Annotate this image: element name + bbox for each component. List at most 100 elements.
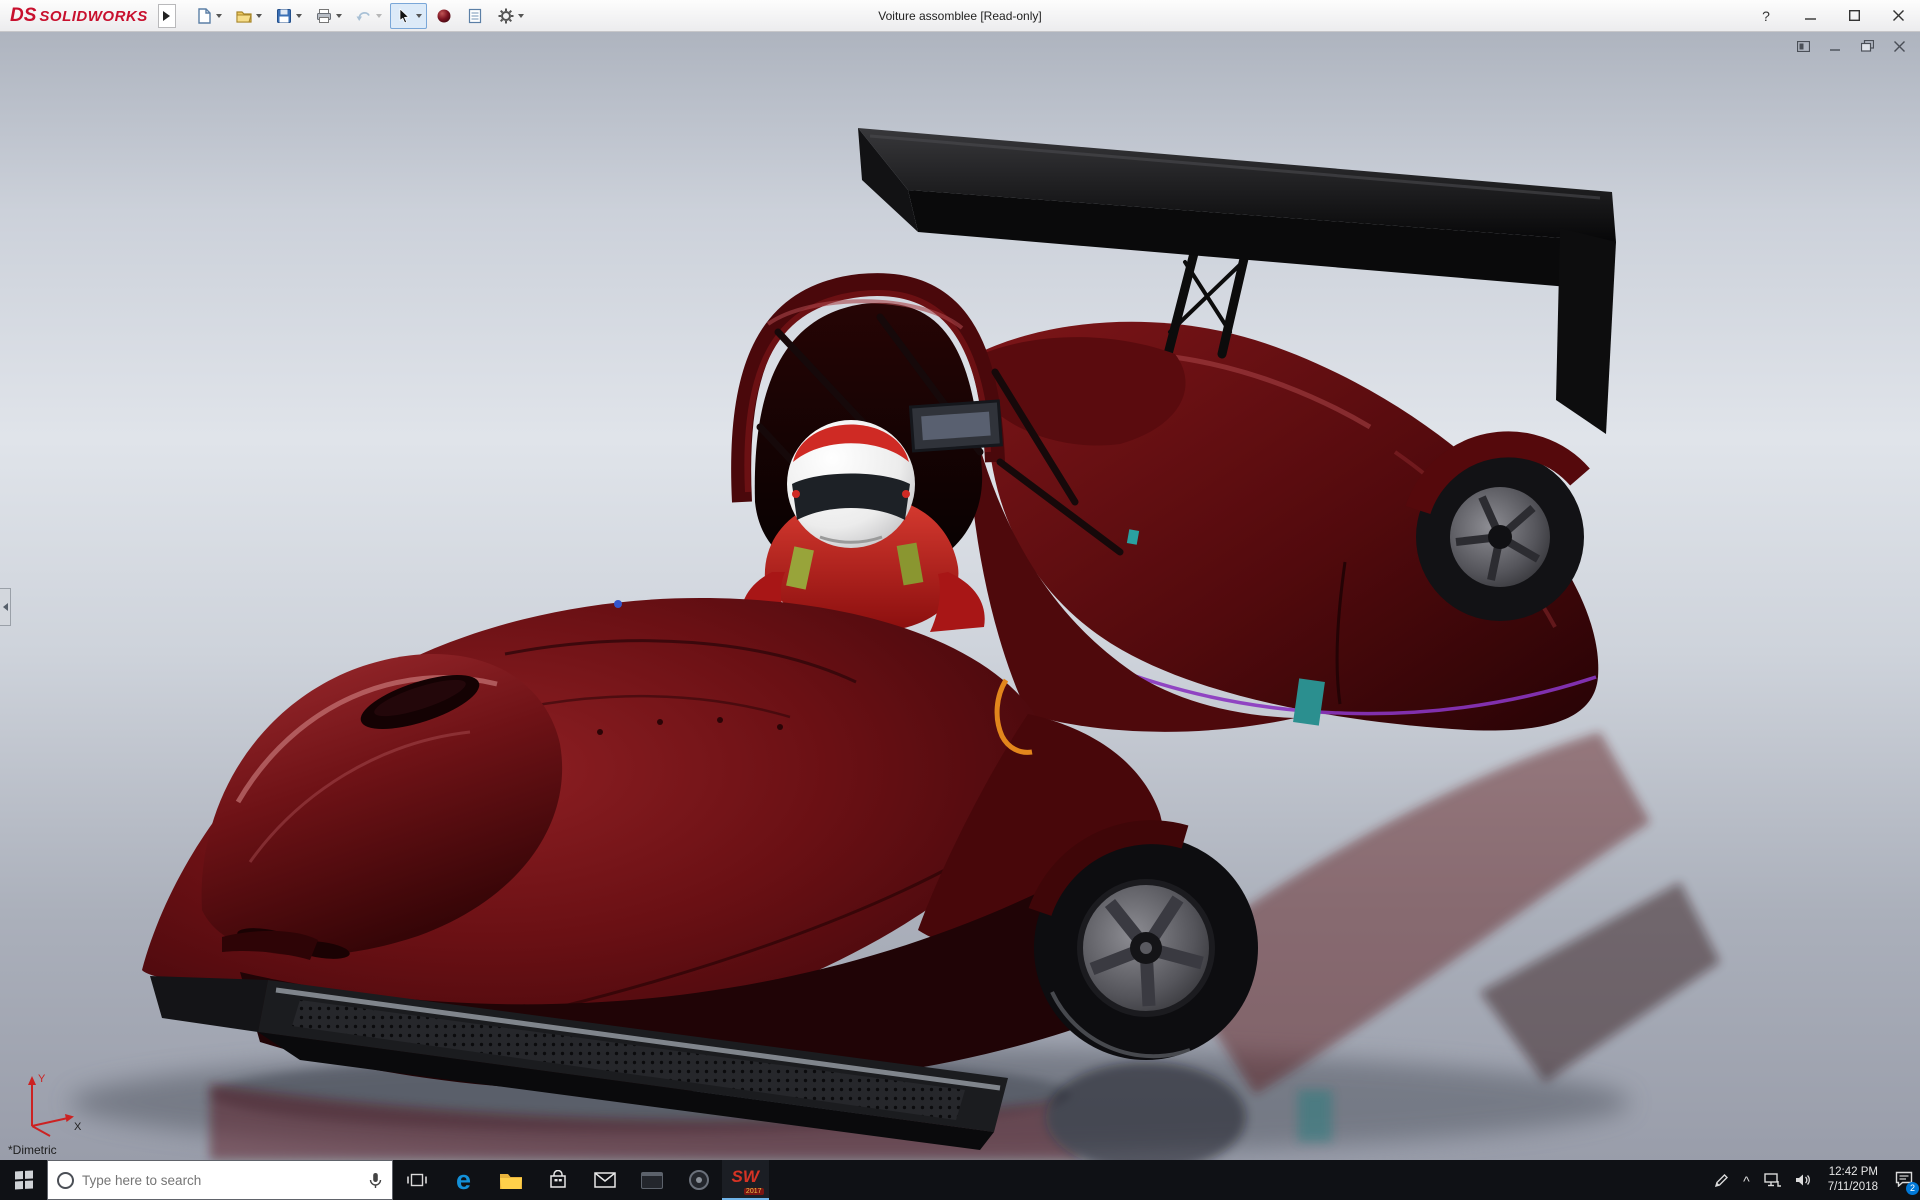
view-orientation-label: *Dimetric	[8, 1143, 57, 1157]
undo-button[interactable]	[350, 3, 387, 29]
save-floppy-icon	[275, 7, 293, 25]
appearance-button[interactable]	[430, 3, 458, 29]
orientation-triad[interactable]: Y X	[16, 1068, 88, 1140]
maximize-button[interactable]	[1832, 0, 1876, 31]
document-properties-button[interactable]	[461, 3, 489, 29]
windows-logo-icon	[15, 1171, 33, 1189]
taskbar-app-store[interactable]	[534, 1160, 581, 1200]
flyout-arrow-icon	[163, 11, 170, 21]
new-document-icon	[195, 7, 213, 25]
console-icon	[641, 1172, 663, 1189]
mail-icon	[594, 1172, 616, 1188]
rear-left-wheel[interactable]	[1034, 832, 1258, 1060]
taskbar-app-solidworks[interactable]: SW 2017	[722, 1160, 769, 1200]
taskbar-app-mail[interactable]	[581, 1160, 628, 1200]
rear-right-wheel[interactable]	[1416, 444, 1584, 621]
close-icon	[1894, 41, 1905, 52]
chevron-down-icon	[296, 14, 302, 18]
windows-ink-button[interactable]	[1707, 1160, 1736, 1200]
volume-button[interactable]	[1788, 1160, 1818, 1200]
network-button[interactable]	[1757, 1160, 1788, 1200]
minimize-icon	[1805, 10, 1816, 21]
taskbar-app-edge[interactable]: e	[440, 1160, 487, 1200]
chevron-down-icon	[336, 14, 342, 18]
restore-icon	[1861, 40, 1874, 52]
taskbar-app-file-explorer[interactable]	[487, 1160, 534, 1200]
doc-dock-button[interactable]	[1792, 37, 1814, 55]
close-icon	[1893, 10, 1904, 21]
chevron-up-icon: ^	[1743, 1173, 1750, 1189]
close-button[interactable]	[1876, 0, 1920, 31]
chevron-down-icon	[416, 14, 422, 18]
taskbar-app-console[interactable]	[628, 1160, 675, 1200]
rearview-mirror[interactable]	[911, 401, 1002, 451]
chevron-down-icon	[518, 14, 524, 18]
maximize-icon	[1849, 10, 1860, 21]
doc-close-button[interactable]	[1888, 37, 1910, 55]
print-icon	[315, 7, 333, 25]
document-window-controls	[1792, 37, 1910, 55]
undo-arrow-icon	[355, 7, 373, 25]
doc-minimize-button[interactable]	[1824, 37, 1846, 55]
help-button[interactable]: ?	[1744, 0, 1788, 31]
app-window-controls: ?	[1744, 0, 1920, 31]
select-tool-button[interactable]	[390, 3, 427, 29]
wing-endplate	[1556, 228, 1616, 434]
car-assembly-model[interactable]	[0, 32, 1920, 1160]
media-player-icon	[689, 1170, 709, 1190]
hidden-icons-button[interactable]: ^	[1736, 1160, 1757, 1200]
clock-time: 12:42 PM	[1828, 1165, 1878, 1180]
taskbar-clock[interactable]: 12:42 PM 7/11/2018	[1818, 1165, 1888, 1195]
solidworks-icon-year: 2017	[744, 1188, 764, 1195]
graphics-viewport[interactable]: Y X *Dimetric	[0, 32, 1920, 1160]
document-properties-icon	[466, 7, 484, 25]
triad-y-label: Y	[38, 1073, 46, 1085]
doc-restore-button[interactable]	[1856, 37, 1878, 55]
minimize-icon	[1829, 41, 1841, 52]
pen-icon	[1714, 1173, 1729, 1188]
file-explorer-icon	[499, 1170, 523, 1190]
microsoft-store-icon	[548, 1170, 568, 1190]
gear-icon	[497, 7, 515, 25]
select-cursor-icon	[395, 7, 413, 25]
chevron-down-icon	[256, 14, 262, 18]
action-center-button[interactable]: 2	[1888, 1160, 1920, 1200]
appearance-sphere-icon	[435, 7, 453, 25]
system-tray: ^ 12:42 PM 7/11/2018	[1707, 1160, 1920, 1200]
cortana-icon	[57, 1172, 74, 1189]
dock-icon	[1797, 41, 1810, 52]
microphone-icon[interactable]	[368, 1172, 383, 1189]
solidworks-icon-letters: SW	[732, 1167, 759, 1186]
triad-x-label: X	[74, 1121, 82, 1133]
feature-manager-collapse-tab[interactable]	[0, 588, 11, 626]
open-button[interactable]	[230, 3, 267, 29]
task-view-icon	[407, 1172, 427, 1188]
solidworks-icon: SW 2017	[732, 1167, 760, 1193]
search-input[interactable]	[82, 1173, 360, 1188]
taskbar-app-media-player[interactable]	[675, 1160, 722, 1200]
chevron-down-icon	[376, 14, 382, 18]
logo-ds-text: DS	[10, 5, 36, 27]
taskbar-search-box[interactable]	[47, 1160, 393, 1200]
open-folder-icon	[235, 7, 253, 25]
new-document-button[interactable]	[190, 3, 227, 29]
chevron-left-icon	[3, 603, 8, 611]
network-icon	[1764, 1173, 1781, 1187]
standard-toolbar	[190, 3, 529, 29]
edge-icon: e	[456, 1167, 471, 1194]
titlebar: DS SOLIDWORKS	[0, 0, 1920, 32]
chevron-down-icon	[216, 14, 222, 18]
logo-name-text: SOLIDWORKS	[39, 8, 147, 25]
print-button[interactable]	[310, 3, 347, 29]
clock-date: 7/11/2018	[1828, 1180, 1878, 1195]
task-view-button[interactable]	[393, 1160, 440, 1200]
document-title: Voiture assomblee [Read-only]	[878, 9, 1041, 23]
menu-flyout-button[interactable]	[158, 4, 176, 28]
start-button[interactable]	[0, 1160, 47, 1200]
minimize-button[interactable]	[1788, 0, 1832, 31]
solidworks-logo: DS SOLIDWORKS	[0, 5, 154, 27]
options-button[interactable]	[492, 3, 529, 29]
save-button[interactable]	[270, 3, 307, 29]
speaker-icon	[1795, 1173, 1811, 1187]
notification-badge: 2	[1906, 1182, 1919, 1195]
